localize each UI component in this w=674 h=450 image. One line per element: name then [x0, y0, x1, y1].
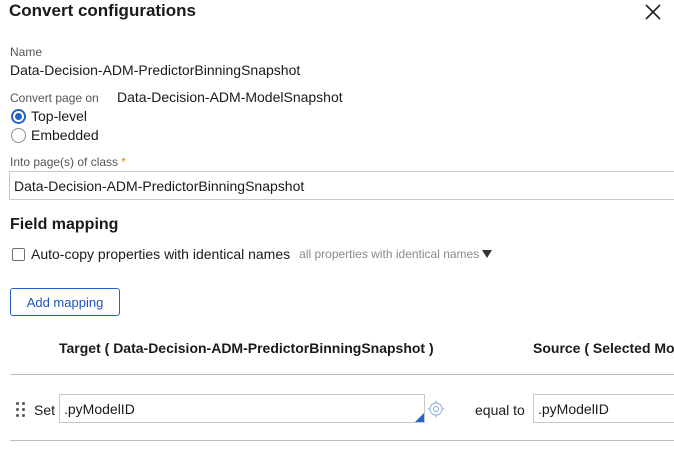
drag-handle-icon[interactable]	[16, 402, 26, 418]
close-button[interactable]	[640, 0, 666, 24]
property-picker-icon[interactable]	[427, 400, 445, 418]
auto-copy-dropdown-value: all properties with identical names	[299, 247, 480, 261]
target-column-header: Target ( Data-Decision-ADM-PredictorBinn…	[59, 340, 434, 356]
field-mapping-heading: Field mapping	[10, 216, 119, 233]
radio-top-level-indicator[interactable]	[11, 108, 26, 124]
name-value: Data-Decision-ADM-PredictorBinningSnapsh…	[10, 62, 301, 78]
target-property-input[interactable]: .pyModelID	[59, 394, 425, 423]
set-label: Set	[34, 402, 56, 418]
name-label: Name	[10, 45, 43, 59]
autocomplete-corner-icon	[415, 413, 424, 422]
source-property-value: .pyModelID	[538, 400, 609, 417]
into-pages-label-text: Into page(s) of class	[10, 155, 119, 169]
radio-embedded[interactable]: Embedded	[11, 127, 99, 143]
auto-copy-dropdown[interactable]: all properties with identical names	[299, 247, 493, 261]
into-pages-label: Into page(s) of class *	[10, 155, 126, 169]
required-star: *	[121, 155, 126, 169]
row-divider	[10, 440, 674, 441]
source-column-header: Source ( Selected Mo	[533, 340, 674, 356]
radio-embedded-label: Embedded	[31, 127, 99, 143]
header-divider	[10, 374, 674, 375]
dialog-title: Convert configurations	[9, 1, 197, 20]
caret-down-icon	[482, 250, 493, 258]
into-pages-input[interactable]: Data-Decision-ADM-PredictorBinningSnapsh…	[9, 171, 674, 200]
close-icon	[645, 4, 661, 20]
radio-embedded-indicator[interactable]	[11, 127, 26, 143]
add-mapping-button[interactable]: Add mapping	[10, 288, 120, 316]
auto-copy-checkbox[interactable]	[12, 247, 25, 261]
into-pages-input-value: Data-Decision-ADM-PredictorBinningSnapsh…	[14, 177, 305, 194]
target-property-value: .pyModelID	[64, 400, 135, 417]
source-property-input[interactable]: .pyModelID	[533, 394, 674, 423]
equal-to-label: equal to	[475, 402, 525, 418]
auto-copy-row: Auto-copy properties with identical name…	[12, 246, 493, 262]
radio-top-level-label: Top-level	[31, 108, 88, 124]
convert-page-label: Convert page on	[10, 91, 99, 105]
convert-page-value: Data-Decision-ADM-ModelSnapshot	[117, 89, 343, 105]
auto-copy-label: Auto-copy properties with identical name…	[31, 246, 291, 262]
radio-top-level[interactable]: Top-level	[11, 108, 87, 124]
